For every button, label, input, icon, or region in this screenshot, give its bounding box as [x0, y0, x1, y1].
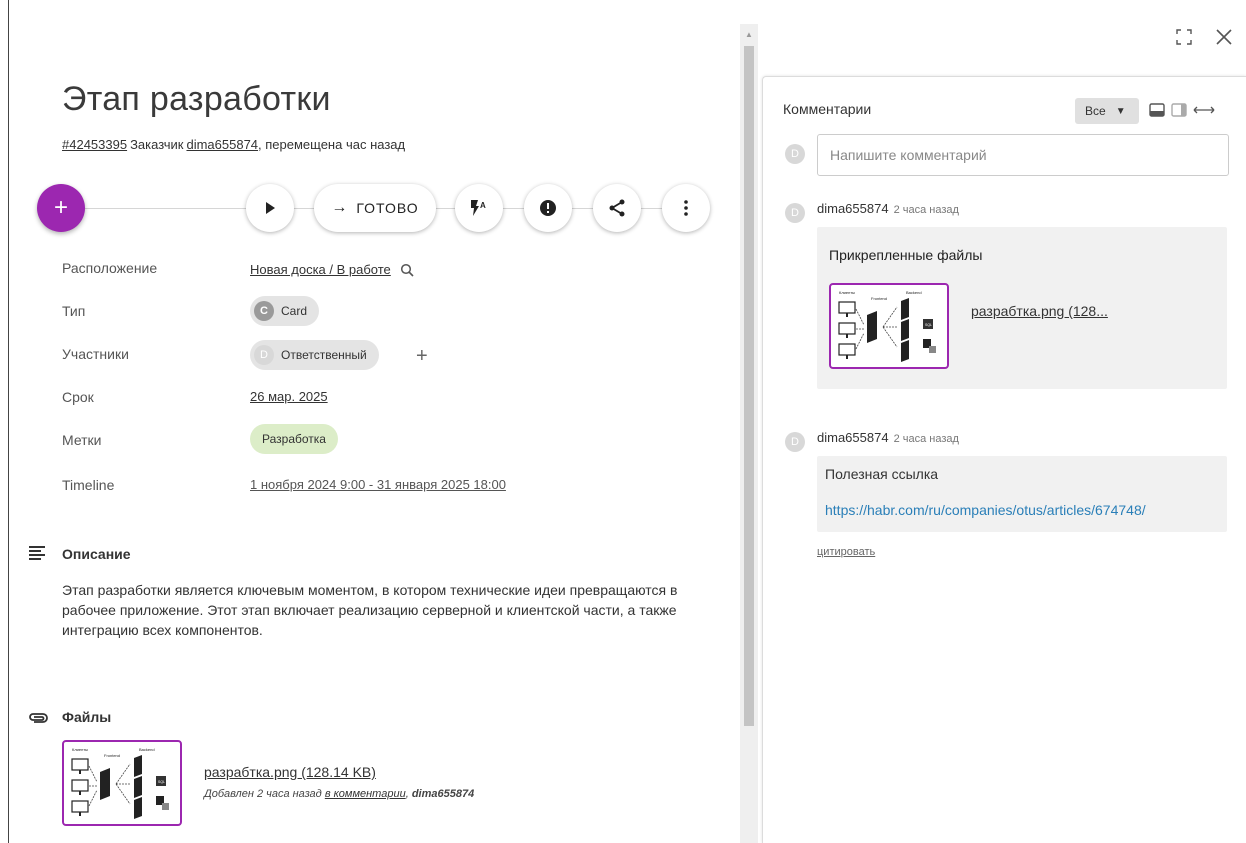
thumb-label-backend: Backend: [906, 290, 922, 295]
comment-body: Прикрепленные файлы Клиенты Frontend Bac…: [817, 227, 1227, 389]
priority-button[interactable]: [524, 184, 572, 232]
play-icon: [266, 202, 275, 214]
more-button[interactable]: [662, 184, 710, 232]
card-id-link[interactable]: #42453395: [62, 137, 127, 152]
close-icon[interactable]: [1216, 29, 1232, 45]
done-label: ГОТОВО: [356, 200, 419, 216]
thumb-label-backend: Backend: [139, 747, 155, 752]
due-label: Срок: [62, 389, 94, 405]
comment-avatar: D: [785, 432, 805, 452]
expand-horizontal-icon[interactable]: [1193, 103, 1215, 117]
thumb-label-sql: SQL: [925, 323, 932, 327]
tag-chip[interactable]: Разработка: [250, 424, 338, 454]
thumb-label-frontend: Frontend: [871, 296, 887, 301]
comment-author[interactable]: dima655874: [817, 430, 889, 445]
architecture-diagram-image: Клиенты Frontend Backend SQL: [838, 290, 936, 362]
automation-button[interactable]: A: [455, 184, 503, 232]
files-title: Файлы: [62, 709, 112, 725]
comments-title: Комментарии: [783, 101, 872, 117]
layout-bottom-icon[interactable]: [1149, 103, 1165, 117]
description-title: Описание: [62, 546, 131, 562]
current-user-avatar: D: [785, 144, 805, 164]
filter-value: Все: [1085, 104, 1106, 118]
location-link[interactable]: Новая доска / В работе: [250, 262, 391, 277]
card-main-pane: Этап разработки #42453395 Заказчик dima655…: [0, 0, 740, 843]
location-label: Расположение: [62, 260, 158, 276]
add-fab-button[interactable]: +: [37, 184, 85, 232]
more-vertical-icon: [684, 200, 688, 216]
description-text[interactable]: Этап разработки является ключевым момент…: [62, 580, 712, 640]
paperclip-icon: [29, 713, 48, 723]
comment-time: 2 часа назад: [893, 433, 959, 445]
alert-circle-icon: [540, 200, 556, 216]
attachment-link[interactable]: разрабтка.png (128...: [971, 303, 1108, 319]
due-date-link[interactable]: 26 мар. 2025: [250, 389, 328, 404]
member-avatar: D: [254, 345, 274, 365]
member-role: Ответственный: [281, 348, 367, 362]
chevron-down-icon: ▼: [1115, 105, 1126, 117]
comment-body: Полезная ссылка https://habr.com/ru/comp…: [817, 456, 1227, 532]
comment-author[interactable]: dima655874: [817, 201, 889, 216]
type-label: Тип: [62, 303, 86, 319]
quote-link[interactable]: цитировать: [817, 546, 875, 558]
comments-panel: Комментарии Все ▼ D Напишите комментарий …: [762, 76, 1246, 843]
comment-input[interactable]: Напишите комментарий: [817, 134, 1229, 176]
file-name-link[interactable]: разрабтка.png (128.14 KB): [204, 764, 376, 780]
moved-text: , перемещена час назад: [258, 137, 406, 152]
plus-icon: +: [53, 194, 68, 221]
architecture-diagram-image: Клиенты Frontend Backend SQL: [71, 747, 169, 819]
timeline-label: Timeline: [62, 477, 115, 493]
add-member-icon[interactable]: +: [416, 345, 428, 368]
file-comment-link[interactable]: в комментарии: [325, 788, 406, 800]
description-icon: [29, 546, 45, 560]
file-added-text: Добавлен 2 часа назад: [204, 788, 325, 800]
main-scrollbar[interactable]: ▲: [740, 24, 758, 843]
type-avatar: C: [254, 301, 274, 321]
file-meta: Добавлен 2 часа назад в комментарии, dim…: [204, 788, 474, 800]
start-button[interactable]: [246, 184, 294, 232]
done-button[interactable]: → ГОТОВО: [314, 184, 436, 232]
search-icon[interactable]: [400, 263, 414, 277]
share-icon: [609, 199, 625, 217]
comment-text: Полезная ссылка: [825, 466, 939, 482]
file-thumbnail[interactable]: Клиенты Frontend Backend SQL: [62, 740, 182, 826]
attachments-title: Прикрепленные файлы: [829, 247, 983, 263]
svg-text:A: A: [480, 201, 486, 210]
thumb-label-clients: Клиенты: [72, 747, 88, 752]
flash-auto-icon: A: [471, 200, 486, 216]
member-chip[interactable]: D Ответственный: [250, 340, 379, 370]
type-chip[interactable]: C Card: [250, 296, 320, 326]
location-row: Новая доска / В работе: [250, 262, 414, 277]
comment-time: 2 часа назад: [893, 204, 959, 216]
attachment-thumbnail[interactable]: Клиенты Frontend Backend SQL: [829, 283, 949, 369]
type-value: Card: [281, 304, 308, 318]
card-subtitle: #42453395 Заказчик dima655874, перемещена …: [62, 137, 408, 152]
scroll-up-icon[interactable]: ▲: [740, 30, 758, 39]
fullscreen-icon[interactable]: [1176, 29, 1192, 45]
timeline-link[interactable]: 1 ноября 2024 9:00 - 31 января 2025 18:0…: [250, 477, 506, 492]
arrow-right-icon: →: [331, 199, 349, 216]
comment-url-link[interactable]: https://habr.com/ru/companies/otus/artic…: [825, 502, 1146, 518]
thumb-label-sql: SQL: [158, 780, 165, 784]
client-label: Заказчик: [130, 137, 184, 152]
comment-avatar: D: [785, 203, 805, 223]
comment-header: dima655874 2 часа назад: [817, 201, 959, 216]
file-author: dima655874: [411, 788, 475, 800]
card-title[interactable]: Этап разработки: [62, 80, 331, 119]
client-link[interactable]: dima655874: [186, 137, 258, 152]
comment-header: dima655874 2 часа назад: [817, 430, 959, 445]
scrollbar-thumb[interactable]: [744, 46, 754, 726]
comments-filter-select[interactable]: Все ▼: [1075, 98, 1139, 124]
layout-side-icon[interactable]: [1171, 103, 1187, 117]
thumb-label-frontend: Frontend: [104, 753, 120, 758]
thumb-label-clients: Клиенты: [839, 290, 855, 295]
share-button[interactable]: [593, 184, 641, 232]
members-label: Участники: [62, 346, 129, 362]
tags-label: Метки: [62, 432, 102, 448]
